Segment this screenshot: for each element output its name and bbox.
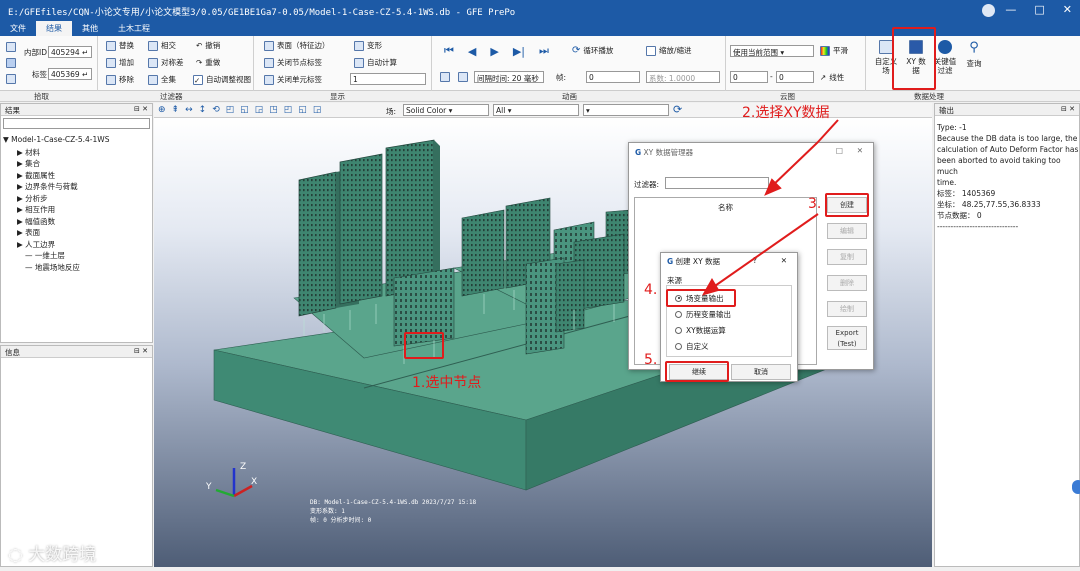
annotation-step2: 2.选择XY数据 [742,105,830,121]
highlight-continue [665,361,729,382]
watermark-logo-icon: ◌ [8,545,23,565]
highlight-create [825,193,869,217]
highlight-node [404,332,444,359]
watermark: ◌ 大数跨境 [8,545,97,565]
annotation-step5: 5. [644,352,658,368]
annotation-step4: 4. [644,282,658,298]
annotation-step1: 1.选中节点 [412,375,482,391]
highlight-field-output [666,289,736,307]
highlight-xy-data [892,27,936,90]
annotation-step3: 3. [808,196,822,212]
